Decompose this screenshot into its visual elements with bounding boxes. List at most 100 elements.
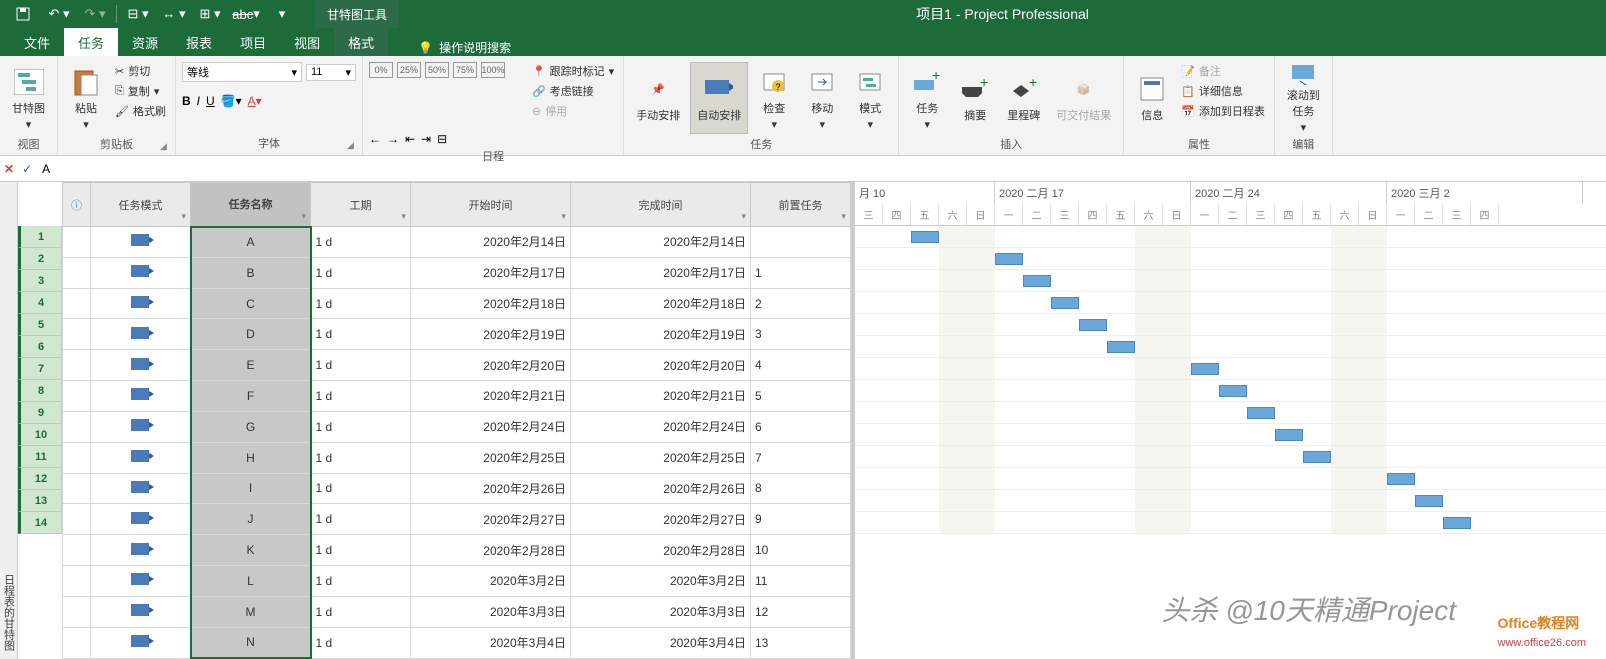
row-header[interactable]: 7 [18,358,62,380]
font-name-select[interactable]: 等线▾ [182,62,302,82]
outdent-icon[interactable]: ↔ ▾ [157,2,191,26]
table-row[interactable]: M1 d 2020年3月3日2020年3月3日12 [63,596,851,627]
row-header[interactable]: 8 [18,380,62,402]
indent-icon[interactable]: ⊞ ▾ [193,2,227,26]
format-painter-button[interactable]: 🖌格式刷 [112,102,169,120]
entry-confirm-button[interactable]: ✓ [22,162,32,176]
gantt-bar[interactable] [1079,319,1107,331]
table-row[interactable]: F1 d 2020年2月21日2020年2月21日5 [63,381,851,412]
tell-me-search[interactable]: 💡 操作说明搜索 [418,39,511,56]
table-row[interactable]: H1 d 2020年2月25日2020年2月25日7 [63,442,851,473]
underline-button[interactable]: U [206,94,215,108]
col-info[interactable]: ⓘ [63,183,91,227]
percent-25%[interactable]: 25% [397,62,421,78]
manual-schedule-button[interactable]: 📌 手动安排 [630,62,686,134]
auto-schedule-button[interactable]: 自动安排 [690,62,748,134]
copy-button[interactable]: ⎘复制 ▾ [112,82,169,100]
tab-format[interactable]: 格式 [334,28,388,56]
cut-button[interactable]: ✂剪切 [112,62,169,80]
information-button[interactable]: 信息 [1130,62,1174,134]
table-row[interactable]: E1 d 2020年2月20日2020年2月20日4 [63,350,851,381]
table-row[interactable]: J1 d 2020年2月27日2020年2月27日9 [63,504,851,535]
move-button[interactable]: 移动▾ [800,62,844,134]
row-header[interactable]: 3 [18,270,62,292]
row-header[interactable]: 11 [18,446,62,468]
percent-100%[interactable]: 100% [481,62,505,78]
percent-50%[interactable]: 50% [425,62,449,78]
font-size-select[interactable]: 11▾ [306,64,356,81]
insert-task-button[interactable]: +任务▾ [905,62,949,134]
col-duration[interactable]: 工期▾ [311,183,411,227]
gantt-bar[interactable] [1051,297,1079,309]
table-row[interactable]: D1 d 2020年2月19日2020年2月19日3 [63,319,851,350]
gantt-bar[interactable] [1275,429,1303,441]
gantt-bar[interactable] [995,253,1023,265]
respect-links-button[interactable]: 🔗考虑链接 [529,82,617,100]
col-predecessors[interactable]: 前置任务▾ [751,183,851,227]
gantt-bar[interactable] [1191,363,1219,375]
insert-milestone-button[interactable]: +里程碑 [1001,62,1046,134]
gantt-bar[interactable] [1415,495,1443,507]
row-header[interactable]: 1 [18,226,62,248]
strikethrough-icon[interactable]: abc ▾ [229,2,263,26]
qat-customize-icon[interactable]: ▾ [265,2,299,26]
col-start[interactable]: 开始时间▾ [411,183,571,227]
scroll-to-task-button[interactable]: 滚动到 任务▾ [1281,62,1326,134]
inspect-button[interactable]: ? 检查▾ [752,62,796,134]
gantt-bar[interactable] [1247,407,1275,419]
redo-icon[interactable]: ↷ ▾ [78,2,112,26]
table-row[interactable]: N1 d 2020年3月4日2020年3月4日13 [63,627,851,658]
table-row[interactable]: C1 d 2020年2月18日2020年2月18日2 [63,288,851,319]
split-task-button[interactable]: ⊟ [437,132,447,146]
save-icon[interactable] [6,2,40,26]
row-header[interactable]: 14 [18,512,62,534]
gantt-chart-area[interactable]: 月 102020 二月 172020 二月 242020 三月 2 三四五六日一… [855,182,1606,659]
insert-summary-button[interactable]: +摘要 [953,62,997,134]
table-row[interactable]: G1 d 2020年2月24日2020年2月24日6 [63,411,851,442]
entry-cancel-button[interactable]: ✕ [4,162,14,176]
entry-input[interactable] [40,160,1602,178]
move-right-button[interactable]: ⇥ [421,132,431,146]
view-side-tab[interactable]: 日程表的甘特图 [0,182,18,659]
table-row[interactable]: I1 d 2020年2月26日2020年2月26日8 [63,473,851,504]
gantt-bar[interactable] [1107,341,1135,353]
dialog-launcher-icon[interactable]: ◢ [347,140,354,151]
outdent-button[interactable]: ← [369,132,381,146]
gantt-bar[interactable] [1023,275,1051,287]
tab-resource[interactable]: 资源 [118,28,172,56]
row-header[interactable]: 9 [18,402,62,424]
details-button[interactable]: 📋详细信息 [1178,82,1268,100]
font-color-button[interactable]: A▾ [248,94,262,108]
table-row[interactable]: K1 d 2020年2月28日2020年2月28日10 [63,535,851,566]
row-header[interactable]: 2 [18,248,62,270]
col-finish[interactable]: 完成时间▾ [571,183,751,227]
dialog-launcher-icon[interactable]: ◢ [160,141,167,152]
table-row[interactable]: A1 d 2020年2月14日2020年2月14日 [63,227,851,258]
move-left-button[interactable]: ⇤ [405,132,415,146]
undo-icon[interactable]: ↶ ▾ [42,2,76,26]
percent-75%[interactable]: 75% [453,62,477,78]
insert-deliverable-button[interactable]: 📦可交付结果 [1050,62,1117,134]
row-header[interactable]: 10 [18,424,62,446]
row-header[interactable]: 13 [18,490,62,512]
tab-view[interactable]: 视图 [280,28,334,56]
gantt-bar[interactable] [911,231,939,243]
paste-button[interactable]: 粘贴▾ [64,62,108,134]
tab-task[interactable]: 任务 [64,28,118,56]
row-header[interactable]: 6 [18,336,62,358]
gantt-bar[interactable] [1387,473,1415,485]
row-header[interactable]: 4 [18,292,62,314]
mark-on-track-button[interactable]: 📍跟踪时标记 ▾ [529,62,617,80]
row-header[interactable]: 5 [18,314,62,336]
tab-report[interactable]: 报表 [172,28,226,56]
tab-file[interactable]: 文件 [10,28,64,56]
bold-button[interactable]: B [182,94,191,108]
col-name[interactable]: 任务名称▾ [191,183,311,227]
gantt-chart-button[interactable]: 甘特图▾ [6,62,51,134]
gantt-bar[interactable] [1443,517,1471,529]
link-tasks-icon[interactable]: ⊟ ▾ [121,2,155,26]
col-mode[interactable]: 任务模式▾ [91,183,191,227]
row-header[interactable]: 12 [18,468,62,490]
mode-button[interactable]: 模式▾ [848,62,892,134]
percent-0%[interactable]: 0% [369,62,393,78]
